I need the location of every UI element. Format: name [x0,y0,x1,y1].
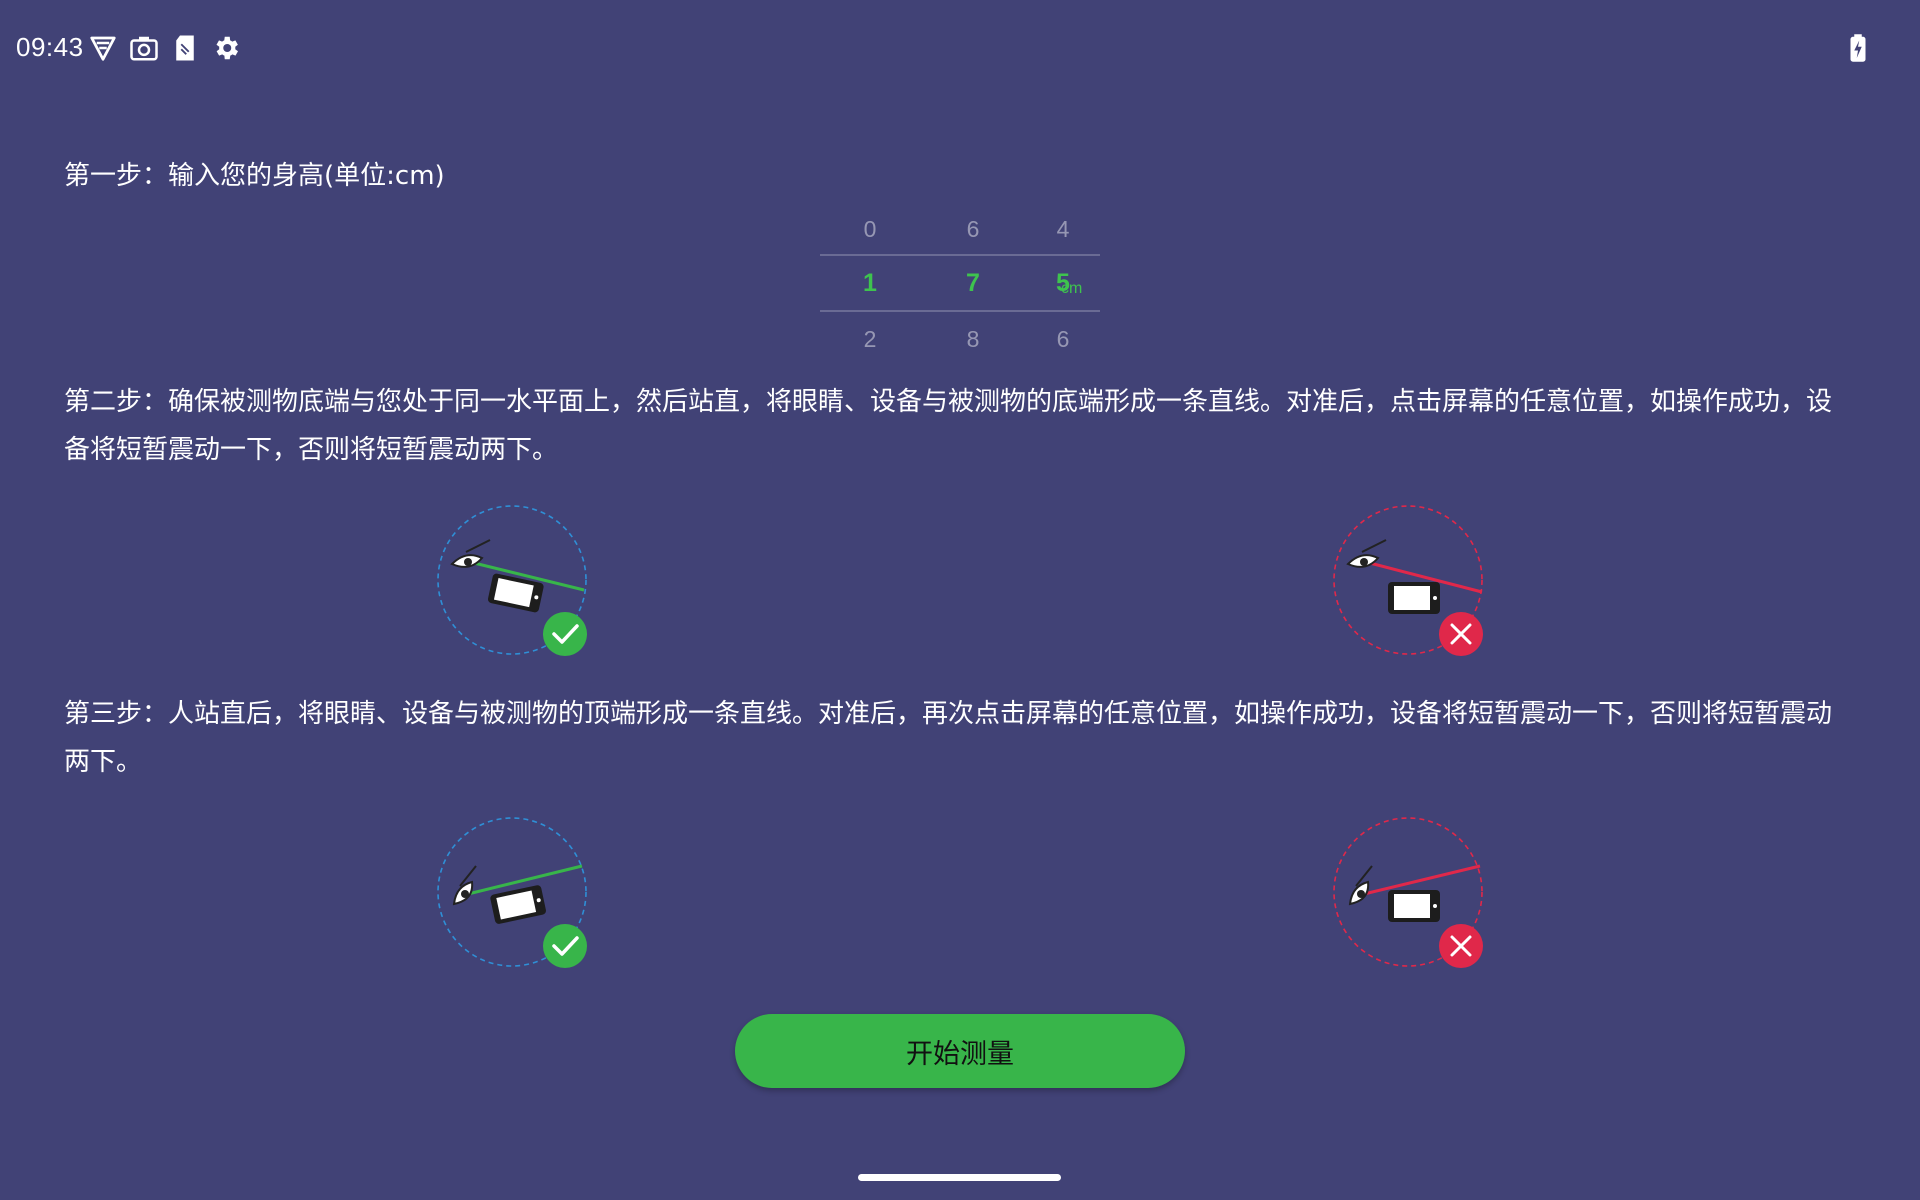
vpn-shield-icon [88,33,118,63]
phone-icon [1388,582,1440,614]
step3-correct-illustration [432,812,592,972]
battery-charging-icon [1843,33,1873,63]
height-picker[interactable]: 0 1 2 6 7 8 4 5 6 cm [820,206,1100,366]
picker-hundreds-next[interactable]: 2 [850,326,890,353]
settings-gear-icon [211,33,241,63]
eye-icon [450,539,491,568]
phone-icon [1388,890,1440,922]
gesture-home-bar[interactable] [858,1174,1061,1181]
picker-tens-next[interactable]: 8 [953,326,993,353]
step2-correct-illustration [432,500,592,660]
step2-wrong-illustration [1328,500,1488,660]
phone-icon [490,885,546,924]
start-measure-button[interactable]: 开始测量 [735,1014,1185,1088]
status-time: 09:43 [16,32,84,62]
picker-divider-bottom [820,310,1100,312]
picker-tens-selected[interactable]: 7 [953,269,993,298]
picker-hundreds-selected[interactable]: 1 [850,269,890,298]
eye-icon [452,865,477,906]
eye-icon [1348,865,1373,906]
picker-unit-label: cm [1061,280,1083,297]
step2-instruction: 第二步：确保被测物底端与您处于同一水平面上，然后站直，将眼睛、设备与被测物的底端… [64,387,1833,465]
step1-instruction: 第一步：输入您的身高(单位:cm) [64,161,445,191]
step3-instruction: 第三步：人站直后，将眼睛、设备与被测物的顶端形成一条直线。对准后，再次点击屏幕的… [64,699,1833,777]
eye-icon [1346,539,1387,568]
picker-ones-next[interactable]: 6 [1043,326,1083,353]
picker-hundreds-prev[interactable]: 0 [850,216,890,243]
step3-wrong-illustration [1328,812,1488,972]
status-bar: 09:43 [0,0,1920,98]
picker-divider-top [820,254,1100,256]
measure-height-screen: 09:43 第一步：输入您的身高(单位:cm) 0 1 2 6 7 8 4 5 … [0,0,1920,1200]
camera-icon [129,33,159,63]
picker-ones-prev[interactable]: 4 [1043,216,1083,243]
sd-card-icon [170,33,200,63]
picker-tens-prev[interactable]: 6 [953,216,993,243]
